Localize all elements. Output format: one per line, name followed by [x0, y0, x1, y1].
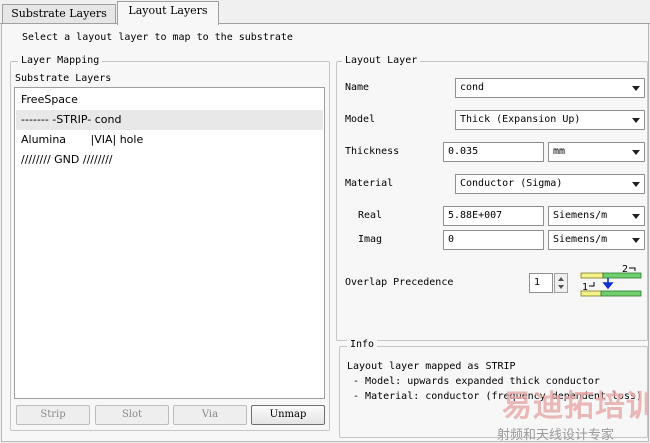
- spin-down-icon: [558, 285, 564, 289]
- list-item-strip-cond[interactable]: ------- -STRIP- cond: [16, 110, 323, 130]
- substrate-layers-label: Substrate Layers: [15, 73, 112, 84]
- layer-1-green: [600, 290, 642, 297]
- strip-button[interactable]: Strip: [16, 405, 90, 425]
- model-select[interactable]: Thick (Expansion Up): [455, 110, 645, 130]
- real-input[interactable]: 5.88E+007: [443, 206, 544, 226]
- overlap-precedence-input[interactable]: 1: [529, 273, 553, 293]
- list-item-alumina-via[interactable]: Alumina |VIA| hole: [16, 130, 323, 150]
- chevron-down-icon: [632, 86, 640, 91]
- diagram-bracket-top: [629, 267, 636, 271]
- watermark-subtitle: 射频和天线设计专家: [497, 428, 615, 443]
- thickness-unit-select[interactable]: mm: [548, 142, 645, 162]
- info-line-1: Layout layer mapped as STRIP: [347, 361, 516, 372]
- watermark-logo-text: 易迪拓培训: [502, 389, 650, 424]
- name-select-value: cond: [460, 82, 485, 93]
- real-label: Real: [358, 210, 383, 221]
- imag-input[interactable]: 0: [443, 230, 544, 250]
- imag-unit-value: Siemens/m: [553, 234, 608, 245]
- imag-unit-select[interactable]: Siemens/m: [548, 230, 645, 250]
- diagram-bracket-bottom: [589, 282, 595, 287]
- name-select[interactable]: cond: [455, 78, 645, 98]
- chevron-down-icon: [632, 238, 640, 243]
- chevron-down-icon: [632, 150, 640, 155]
- layer-mapping-title: Layer Mapping: [18, 55, 103, 66]
- name-label: Name: [345, 82, 370, 93]
- tab-substrate-layers[interactable]: Substrate Layers: [2, 4, 116, 24]
- imag-label: Imag: [358, 234, 383, 245]
- real-unit-select[interactable]: Siemens/m: [548, 206, 645, 226]
- slot-button[interactable]: Slot: [95, 405, 169, 425]
- material-select-value: Conductor (Sigma): [460, 178, 563, 189]
- list-item-freespace[interactable]: FreeSpace: [16, 90, 323, 110]
- model-select-value: Thick (Expansion Up): [460, 114, 581, 125]
- layer-1-yellow: [580, 290, 602, 297]
- layer-2-green: [602, 272, 642, 279]
- overlap-precedence-label: Overlap Precedence: [345, 277, 454, 288]
- instruction-text: Select a layout layer to map to the subs…: [22, 32, 293, 43]
- via-button[interactable]: Via: [173, 405, 247, 425]
- material-select[interactable]: Conductor (Sigma): [455, 174, 645, 194]
- layout-layer-title: Layout Layer: [342, 55, 421, 66]
- thickness-unit-value: mm: [553, 146, 566, 157]
- real-unit-value: Siemens/m: [553, 210, 608, 221]
- layer-2-yellow: [580, 272, 604, 279]
- overlap-precedence-spinner[interactable]: [554, 273, 568, 293]
- chevron-down-icon: [632, 118, 640, 123]
- layout-layers-panel: Select a layout layer to map to the subs…: [1, 24, 650, 443]
- tab-layout-layers[interactable]: Layout Layers: [117, 1, 219, 25]
- substrate-layers-list[interactable]: FreeSpace ------- -STRIP- cond Alumina |…: [14, 87, 325, 399]
- tab-bar: Substrate Layers Layout Layers: [0, 0, 650, 25]
- overlap-layers-diagram: 2 1: [580, 264, 642, 297]
- unmap-button[interactable]: Unmap: [251, 405, 325, 425]
- chevron-down-icon: [632, 182, 640, 187]
- thickness-label: Thickness: [345, 146, 400, 157]
- info-title: Info: [347, 339, 378, 350]
- thickness-input[interactable]: 0.035: [443, 142, 544, 162]
- spin-up-icon: [558, 277, 564, 281]
- chevron-down-icon: [632, 214, 640, 219]
- material-label: Material: [345, 178, 394, 189]
- model-label: Model: [345, 114, 376, 125]
- list-item-gnd[interactable]: //////// GND ////////: [16, 150, 323, 170]
- arrow-down-icon: [602, 278, 614, 290]
